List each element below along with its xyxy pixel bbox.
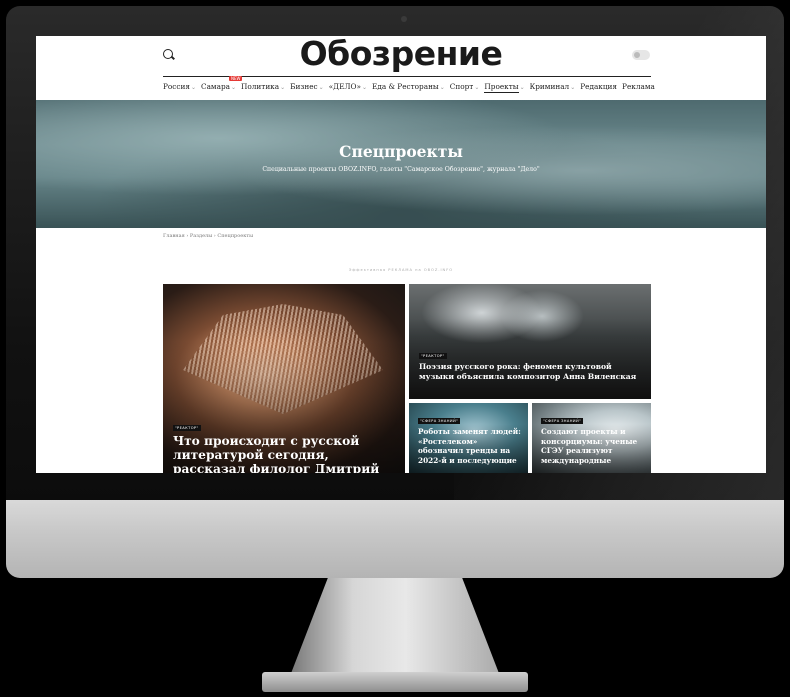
article-title[interactable]: Роботы заменят людей: «Ростелеком» обозн… (418, 427, 524, 465)
nav-item-sport[interactable]: Спорт⌄ (450, 82, 480, 94)
article-title[interactable]: Что происходит с русской литературой сег… (173, 434, 397, 473)
chevron-down-icon: ⌄ (318, 84, 324, 91)
nav-item-russia[interactable]: Россия⌄ (163, 82, 196, 94)
nav-item-politics[interactable]: Политика⌄ (241, 82, 285, 94)
article-card[interactable]: "РЕАКТОР" Поэзия русского рока: феномен … (409, 284, 651, 399)
hero-overlay (36, 100, 766, 228)
nav-item-editorial[interactable]: Редакция (580, 82, 617, 94)
nav-label: Политика (241, 82, 280, 91)
article-title[interactable]: Поэзия русского рока: феномен культовой … (419, 362, 644, 382)
breadcrumb[interactable]: Главная › Разделы › Спецпроекты (163, 233, 253, 239)
site-logo[interactable]: Обозрение (36, 36, 766, 73)
monitor-stand (290, 578, 500, 676)
nav-item-samara[interactable]: Самара⌄ (201, 82, 236, 94)
category-tag[interactable]: "РЕАКТОР" (419, 353, 447, 359)
nav-label: «ДЕЛО» (328, 82, 361, 91)
chevron-down-icon: ⌄ (280, 84, 286, 91)
webcam (401, 16, 407, 22)
nav-item-food[interactable]: Еда & Рестораны⌄ (372, 82, 445, 94)
nav-label: Редакция (580, 82, 618, 91)
chevron-down-icon: ⌄ (230, 84, 237, 91)
article-card-featured[interactable]: "РЕАКТОР" Что происходит с русской литер… (163, 284, 405, 473)
page-subtitle: Специальные проекты OBOZ.INFO, газеты "С… (262, 166, 540, 173)
main-nav: Россия⌄ Самара⌄ Политика⌄ Бизнес⌄ «ДЕЛО»… (163, 82, 655, 94)
monitor-stand-base (262, 672, 528, 692)
hero-banner: Спецпроекты Специальные проекты OBOZ.INF… (36, 100, 766, 228)
nav-label: Проекты (484, 82, 519, 93)
article-title[interactable]: Создают проекты и консорциумы: ученые СГ… (541, 427, 647, 465)
nav-item-business[interactable]: Бизнес⌄ (290, 82, 324, 94)
nav-label: Реклама (622, 82, 655, 91)
article-card[interactable]: "СФЕРА ЗНАНИЙ" Создают проекты и консорц… (532, 403, 651, 473)
site-header: Обозрение NEW Россия⌄ Самара⌄ Политика⌄ … (36, 36, 766, 98)
nav-label: Еда & Рестораны (372, 82, 439, 91)
chevron-down-icon: ⌄ (361, 84, 367, 91)
browser-viewport: Обозрение NEW Россия⌄ Самара⌄ Политика⌄ … (36, 36, 766, 473)
nav-item-crime[interactable]: Криминал⌄ (530, 82, 576, 94)
new-badge: NEW (229, 76, 243, 81)
nav-label: Бизнес (290, 82, 318, 91)
monitor-chin (6, 500, 784, 578)
chevron-down-icon: ⌄ (190, 84, 196, 91)
category-tag[interactable]: "СФЕРА ЗНАНИЙ" (418, 418, 461, 424)
nav-label: Спорт (449, 82, 474, 91)
category-tag[interactable]: "РЕАКТОР" (173, 425, 201, 431)
chevron-down-icon: ⌄ (519, 84, 525, 91)
theme-toggle[interactable] (632, 50, 650, 60)
nav-label: Россия (163, 82, 190, 91)
nav-item-ads[interactable]: Реклама (622, 82, 655, 94)
nav-label: Криминал (529, 82, 570, 91)
ad-label[interactable]: Эффективная РЕКЛАМА на OBOZ.INFO (36, 268, 766, 272)
chevron-down-icon: ⌄ (439, 84, 445, 91)
nav-item-projects[interactable]: Проекты⌄ (484, 82, 525, 94)
nav-item-delo[interactable]: «ДЕЛО»⌄ (329, 82, 367, 94)
nav-label: Самара (201, 82, 230, 91)
article-card[interactable]: "СФЕРА ЗНАНИЙ" Роботы заменят людей: «Ро… (409, 403, 528, 473)
chevron-down-icon: ⌄ (474, 84, 480, 91)
category-tag[interactable]: "СФЕРА ЗНАНИЙ" (541, 418, 584, 424)
chevron-down-icon: ⌄ (570, 84, 576, 91)
page-title: Спецпроекты (339, 142, 463, 161)
